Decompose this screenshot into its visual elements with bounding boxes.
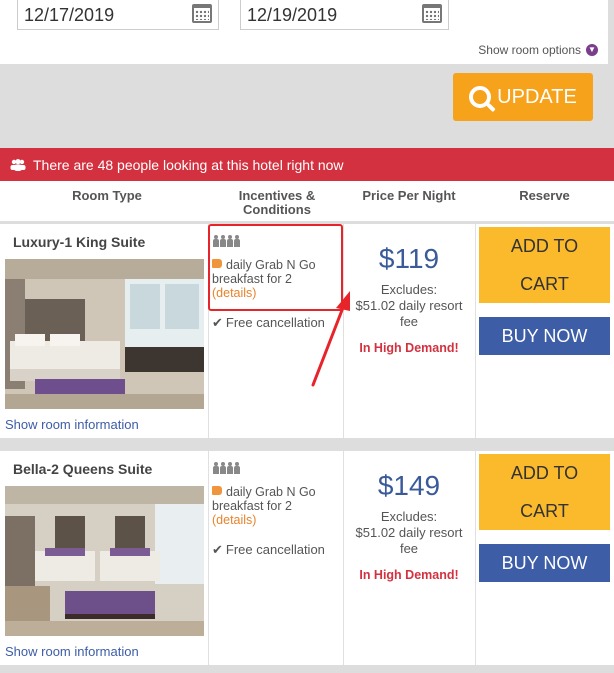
- row-separator: [0, 438, 614, 451]
- add-to-cart-line1: ADD TO: [510, 463, 579, 483]
- alert-text: There are 48 people looking at this hote…: [33, 156, 344, 173]
- viewers-alert: There are 48 people looking at this hote…: [0, 148, 614, 181]
- users-icon: [10, 158, 26, 171]
- cancellation-label: Free cancellation: [225, 315, 325, 330]
- add-to-cart-line2: CART: [520, 501, 569, 521]
- search-icon: [469, 86, 492, 108]
- booking-page: 12/17/2019 12/19/2019 Show room options …: [0, 0, 614, 673]
- checkin-date-value: 12/17/2019: [24, 5, 115, 25]
- room-options-label: Show room options: [478, 43, 581, 57]
- check-icon: ✔: [212, 315, 223, 330]
- excludes-fee: Excludes: $51.02 daily resort fee: [345, 282, 473, 330]
- show-room-information-link[interactable]: Show room information: [5, 417, 139, 432]
- header-room-type: Room Type: [72, 188, 142, 203]
- add-to-cart-button[interactable]: ADD TO CART: [479, 227, 610, 303]
- incentive-line1: daily Grab N Go: [226, 485, 316, 499]
- occupancy-icon: [213, 462, 240, 474]
- add-to-cart-line1: ADD TO: [510, 236, 579, 256]
- excludes-line2: $51.02 daily resort: [355, 298, 463, 313]
- calendar-icon[interactable]: [422, 4, 442, 23]
- header-incentives-line1: Incentives &: [238, 188, 316, 203]
- incentive-line2: breakfast for 2: [212, 499, 292, 513]
- price-per-night: $119: [378, 243, 440, 274]
- room-row: Bella-2 Queens Suite Show room informati…: [0, 451, 614, 665]
- add-to-cart-button[interactable]: ADD TO CART: [479, 454, 610, 530]
- calendar-icon[interactable]: [192, 4, 212, 23]
- room-name: Luxury-1 King Suite: [13, 234, 146, 250]
- header-incentives: Incentives & Conditions: [214, 189, 340, 217]
- excludes-line2: $51.02 daily resort: [355, 525, 463, 540]
- tag-icon: [212, 486, 222, 495]
- details-link[interactable]: (details): [212, 513, 256, 527]
- king-suite-photo: [5, 259, 204, 409]
- high-demand-badge: In High Demand!: [359, 341, 459, 355]
- add-to-cart-line2: CART: [520, 274, 569, 294]
- show-room-information-link[interactable]: Show room information: [5, 644, 139, 659]
- room-name: Bella-2 Queens Suite: [13, 461, 153, 477]
- person-icon: [227, 462, 233, 474]
- incentive-text: daily Grab N Go breakfast for 2 (details…: [212, 485, 340, 527]
- column-divider: [343, 451, 344, 665]
- free-cancellation: ✔ Free cancellation: [212, 315, 325, 331]
- table-header: Room Type Incentives & Conditions Price …: [0, 181, 614, 221]
- excludes-line1: Excludes:: [380, 509, 438, 524]
- update-label: UPDATE: [497, 85, 577, 108]
- header-reserve: Reserve: [519, 188, 570, 203]
- column-divider: [475, 224, 476, 438]
- excludes-line1: Excludes:: [380, 282, 438, 297]
- room-photo[interactable]: [5, 259, 204, 409]
- cancellation-label: Free cancellation: [225, 542, 325, 557]
- chevron-down-icon: ▼: [586, 44, 598, 56]
- free-cancellation: ✔ Free cancellation: [212, 542, 325, 558]
- show-room-options-link[interactable]: Show room options ▼: [478, 43, 598, 57]
- search-card: 12/17/2019 12/19/2019 Show room options …: [0, 0, 608, 64]
- excludes-fee: Excludes: $51.02 daily resort fee: [345, 509, 473, 557]
- buy-now-button[interactable]: BUY NOW: [479, 544, 610, 582]
- annotation-highlight-box: [208, 224, 343, 311]
- person-icon: [234, 462, 240, 474]
- update-button[interactable]: UPDATE: [453, 73, 593, 121]
- column-divider: [343, 224, 344, 438]
- check-icon: ✔: [212, 542, 223, 557]
- excludes-line3: fee: [399, 314, 419, 329]
- excludes-line3: fee: [399, 541, 419, 556]
- checkout-date-value: 12/19/2019: [247, 5, 338, 25]
- checkin-date-field[interactable]: 12/17/2019: [17, 0, 219, 30]
- column-divider: [475, 451, 476, 665]
- header-incentives-line2: Conditions: [243, 202, 311, 217]
- queens-suite-photo: [5, 486, 204, 636]
- room-photo[interactable]: [5, 486, 204, 636]
- high-demand-badge: In High Demand!: [359, 568, 459, 582]
- row-separator: [0, 665, 614, 673]
- buy-now-button[interactable]: BUY NOW: [479, 317, 610, 355]
- column-divider: [208, 451, 209, 665]
- person-icon: [213, 462, 219, 474]
- person-icon: [220, 462, 226, 474]
- price-per-night: $149: [377, 470, 441, 501]
- checkout-date-field[interactable]: 12/19/2019: [240, 0, 449, 30]
- header-price: Price Per Night: [362, 188, 456, 203]
